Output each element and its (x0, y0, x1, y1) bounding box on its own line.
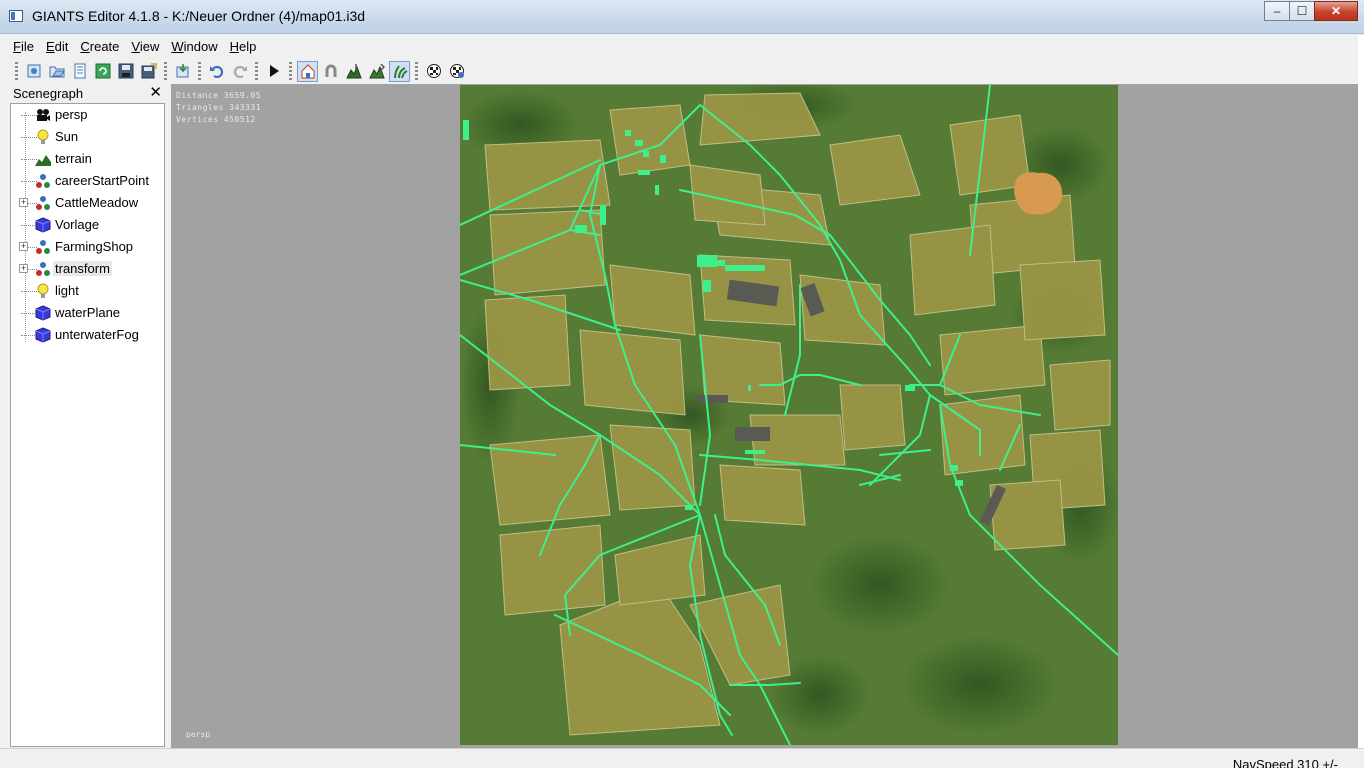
scenegraph-tree[interactable]: persp Sun terrain careerStartPoint + Cat… (10, 103, 165, 747)
tree-node-label: waterPlane (55, 305, 121, 320)
tree-node-label: Sun (55, 129, 79, 144)
terrain-icon (35, 155, 51, 166)
light-bulb-icon (37, 283, 49, 298)
home-icon[interactable] (297, 60, 318, 82)
menu-edit-mnemonic: E (45, 38, 55, 54)
toolbar-grip[interactable] (15, 62, 18, 80)
terrain-map[interactable] (460, 85, 1118, 745)
close-button[interactable]: ✕ (1314, 1, 1358, 21)
render-stats: Distance 3659.05 Triangles 343331 Vertic… (176, 90, 261, 126)
camera-icon (37, 109, 50, 121)
menu-bar: File Edit Create View Window Help (8, 35, 1358, 57)
window-controls: – ☐ ✕ (1264, 1, 1358, 21)
tree-guide-line (25, 112, 26, 342)
app-icon (9, 10, 23, 22)
tree-node-label: persp (55, 107, 88, 122)
transform-group-icon (36, 174, 50, 188)
menu-edit[interactable]: Edit (41, 39, 73, 54)
title-bar: GIANTS Editor 4.1.8 - K:/Neuer Ordner (4… (0, 0, 1364, 34)
tree-node-label: light (55, 283, 79, 298)
menu-view-label: iew (139, 38, 160, 54)
scenegraph-panel: Scenegraph ✕ persp Sun terrain careerSta… (8, 84, 166, 748)
sand-patch (1014, 172, 1063, 215)
menu-file[interactable]: File (8, 39, 39, 54)
nav-speed: NavSpeed 310 +/- (1232, 757, 1338, 768)
import-icon[interactable] (172, 61, 193, 82)
expand-icon[interactable]: + (19, 264, 28, 273)
light-bulb-icon (37, 129, 49, 144)
tree-node-label: unterwaterFog (55, 327, 139, 342)
menu-create-mnemonic: C (80, 38, 90, 54)
tree-node-label: FarmingShop (55, 239, 134, 254)
menu-create-label: reate (89, 38, 120, 54)
maximize-button[interactable]: ☐ (1289, 1, 1315, 21)
stat-distance: Distance 3659.05 (176, 91, 262, 100)
tree-node-label: transform (53, 261, 112, 276)
terrain-paint-icon[interactable] (366, 61, 387, 82)
window-title: GIANTS Editor 4.1.8 - K:/Neuer Ordner (4… (32, 8, 366, 24)
right-edge (1358, 35, 1364, 748)
menu-edit-label: dit (54, 38, 69, 54)
stat-triangles: Triangles 343331 (176, 103, 262, 112)
save-all-icon[interactable] (138, 61, 159, 82)
status-bar: NavSpeed 310 +/- (0, 748, 1364, 768)
toolbar (8, 58, 1358, 84)
terrain-sculpt-icon[interactable] (343, 61, 364, 82)
shape-cube-icon (35, 217, 51, 233)
menu-view-mnemonic: V (131, 38, 140, 54)
transform-group-icon (36, 240, 50, 254)
scenegraph-header: Scenegraph ✕ (8, 84, 166, 102)
expand-icon[interactable]: + (19, 198, 28, 207)
checker-settings-icon[interactable] (446, 61, 467, 82)
undo-icon[interactable] (206, 61, 227, 82)
menu-window[interactable]: Window (166, 39, 222, 54)
checker-icon[interactable] (423, 61, 444, 82)
tree-node-label: CattleMeadow (55, 195, 139, 210)
transform-group-icon (36, 196, 50, 210)
menu-file-mnemonic: F (13, 38, 21, 54)
menu-window-label: indow (183, 38, 218, 54)
toolbar-grip-5[interactable] (289, 62, 292, 80)
play-icon[interactable] (263, 61, 284, 82)
menu-help-label: elp (239, 38, 257, 54)
tree-node-label: terrain (55, 151, 92, 166)
menu-help[interactable]: Help (225, 39, 262, 54)
redo-icon[interactable] (229, 61, 250, 82)
open-icon[interactable] (46, 61, 67, 82)
magnet-icon[interactable] (320, 61, 341, 82)
reload-icon[interactable] (92, 61, 113, 82)
menu-create[interactable]: Create (75, 39, 124, 54)
menu-help-mnemonic: H (229, 38, 239, 54)
expand-icon[interactable]: + (19, 242, 28, 251)
transform-group-icon (36, 262, 50, 276)
3d-viewport[interactable]: Distance 3659.05 Triangles 343331 Vertic… (171, 84, 1358, 748)
toolbar-grip-6[interactable] (415, 62, 418, 80)
tree-node-label: Vorlage (55, 217, 100, 232)
scenegraph-close-icon[interactable]: ✕ (149, 85, 162, 100)
shape-cube-icon (35, 305, 51, 321)
save-icon[interactable] (115, 61, 136, 82)
menu-file-label: ile (20, 38, 34, 54)
shape-cube-icon (35, 327, 51, 343)
new-icon[interactable] (23, 61, 44, 82)
list-icon[interactable] (69, 61, 90, 82)
minimize-button[interactable]: – (1264, 1, 1290, 21)
tree-node-label: careerStartPoint (55, 173, 149, 188)
toolbar-grip-4[interactable] (255, 62, 258, 80)
menu-view[interactable]: View (126, 39, 164, 54)
toolbar-grip-2[interactable] (164, 62, 167, 80)
foliage-paint-icon[interactable] (389, 60, 410, 82)
stat-vertices: Vertices 450512 (176, 115, 256, 124)
scenegraph-title: Scenegraph (13, 85, 84, 101)
menu-window-mnemonic: W (171, 38, 184, 54)
toolbar-grip-3[interactable] (198, 62, 201, 80)
camera-name-label: persp (186, 730, 211, 739)
